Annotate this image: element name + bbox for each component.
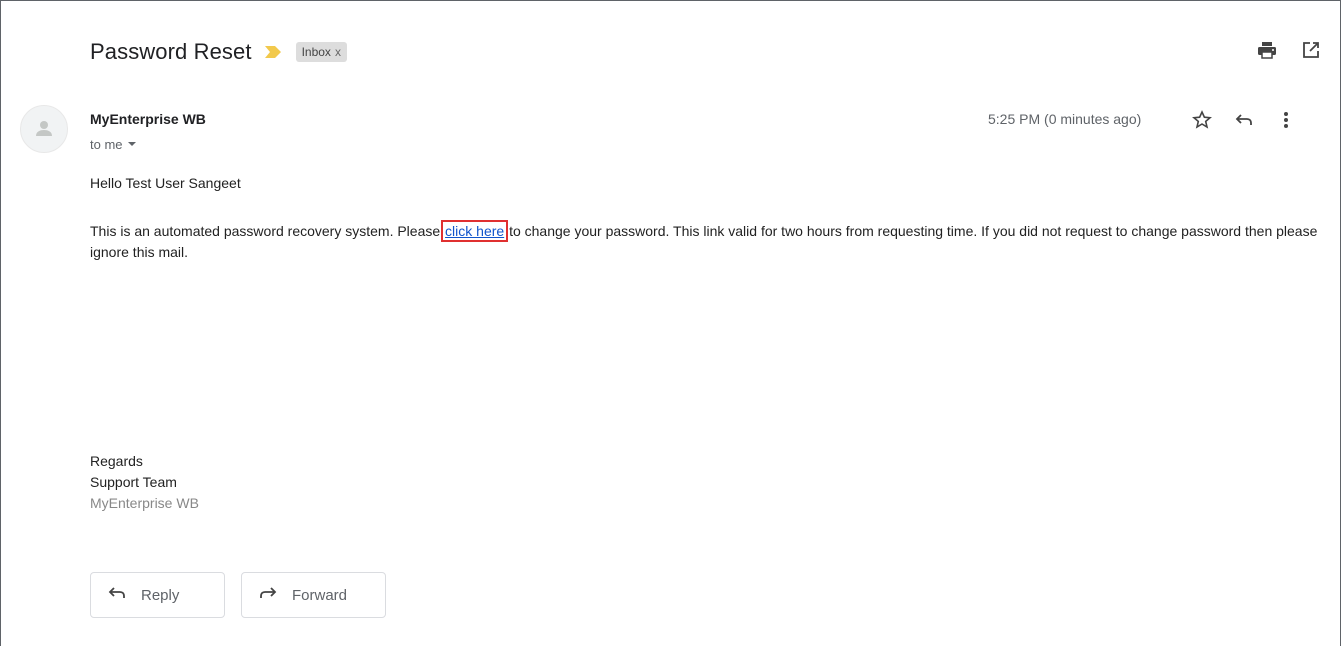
inbox-label-chip: Inbox x: [295, 42, 347, 62]
forward-arrow-icon: [258, 583, 278, 607]
recipient-details-toggle[interactable]: to me: [90, 137, 137, 152]
signature-organization: MyEnterprise WB: [90, 495, 199, 511]
person-icon: [36, 121, 52, 136]
message-timestamp: 5:25 PM (0 minutes ago): [988, 111, 1142, 127]
email-greeting: Hello Test User Sangeet: [90, 175, 241, 191]
signature-team: Support Team: [90, 474, 177, 490]
star-icon[interactable]: [1190, 108, 1214, 132]
message-actions: [1190, 108, 1298, 132]
email-subject: Password Reset: [90, 39, 252, 64]
email-view-frame: [0, 0, 1341, 646]
forward-button-label: Forward: [292, 586, 348, 604]
sender-name[interactable]: MyEnterprise WB: [90, 111, 206, 127]
reply-button-label: Reply: [141, 586, 180, 604]
chevron-down-icon: [127, 137, 137, 152]
email-signature: Regards Support Team MyEnterprise WB: [90, 451, 199, 514]
open-in-new-window-icon[interactable]: [1299, 38, 1323, 62]
remove-label-icon[interactable]: x: [335, 45, 341, 59]
sender-avatar[interactable]: [20, 105, 68, 153]
more-options-icon[interactable]: [1274, 108, 1298, 132]
forward-button[interactable]: Forward: [241, 572, 386, 618]
signature-regards: Regards: [90, 453, 143, 469]
label-chip-text: Inbox: [301, 45, 331, 59]
password-reset-link[interactable]: click here: [441, 220, 509, 242]
reply-forward-bar: Reply Forward: [90, 572, 386, 618]
importance-marker-icon[interactable]: [264, 45, 282, 59]
reply-icon[interactable]: [1232, 108, 1256, 132]
body-text-before-link: This is an automated password recovery s…: [90, 223, 441, 239]
reply-button[interactable]: Reply: [90, 572, 225, 618]
thread-actions: [1255, 38, 1323, 62]
print-icon[interactable]: [1255, 38, 1279, 62]
reply-arrow-icon: [107, 583, 127, 607]
recipient-text: to me: [90, 137, 123, 152]
subject-row: Password Reset Inbox x: [90, 34, 347, 70]
email-body-paragraph: This is an automated password recovery s…: [90, 220, 1320, 263]
